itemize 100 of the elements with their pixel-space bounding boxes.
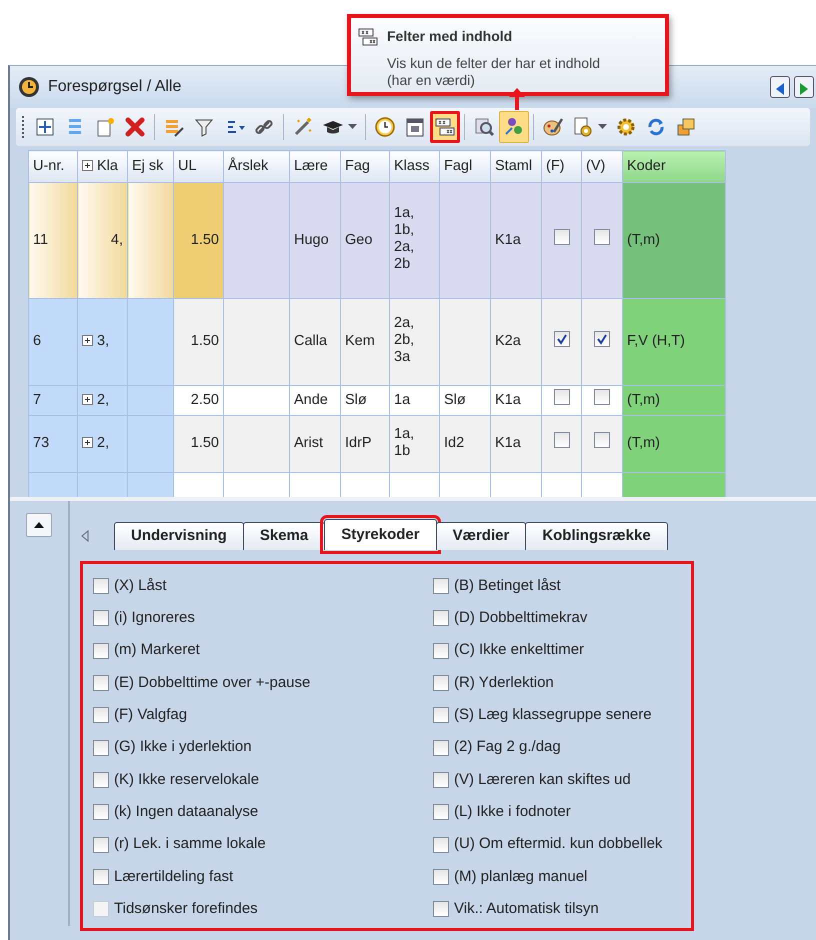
column-header[interactable]: U-nr. bbox=[28, 150, 78, 182]
checkbox[interactable] bbox=[554, 388, 570, 405]
column-header[interactable]: Kla bbox=[78, 150, 128, 182]
checkbox[interactable] bbox=[433, 578, 449, 594]
table-cell: 6 bbox=[33, 333, 42, 350]
checkbox[interactable] bbox=[433, 740, 449, 756]
fields-icon bbox=[357, 26, 379, 48]
column-header[interactable]: Årslek bbox=[224, 150, 290, 182]
column-label: Lære bbox=[294, 158, 328, 174]
caret-icon[interactable] bbox=[598, 124, 607, 130]
tab[interactable]: Undervisning bbox=[114, 522, 244, 550]
checkbox[interactable] bbox=[93, 610, 109, 626]
expand-icon[interactable] bbox=[82, 437, 93, 448]
checkbox[interactable] bbox=[433, 707, 449, 724]
checkbox-label: (E) Dobbelttime over +-pause bbox=[114, 672, 310, 693]
previous-button[interactable] bbox=[770, 76, 790, 98]
checkbox[interactable] bbox=[433, 772, 449, 788]
search-icon bbox=[473, 116, 495, 138]
checkbox[interactable] bbox=[93, 675, 109, 692]
table-cell: Ande bbox=[294, 392, 328, 409]
checkbox-label: Lærertildeling fast bbox=[114, 866, 234, 887]
table-cell: F,V (H,T) bbox=[627, 333, 685, 350]
checkbox[interactable] bbox=[433, 901, 449, 918]
column-header[interactable]: Ej sk bbox=[128, 150, 174, 182]
checkbox-label: (m) Markeret bbox=[114, 640, 200, 660]
checkbox-label: (X) Låst bbox=[114, 576, 167, 596]
table-cell: K1a bbox=[495, 435, 521, 452]
table-cell: 1.50 bbox=[190, 232, 219, 249]
table-cell: Slø bbox=[345, 392, 367, 409]
checkbox-label: (U) Om eftermid. kun dobbellek bbox=[454, 834, 662, 854]
table-cell: (T,m) bbox=[627, 232, 660, 249]
checkbox[interactable] bbox=[594, 388, 610, 405]
table-cell: K1a bbox=[495, 392, 521, 409]
column-label: Ej sk bbox=[132, 158, 164, 174]
column-header[interactable]: UL bbox=[174, 150, 224, 182]
next-button[interactable] bbox=[794, 76, 814, 98]
toolbar-button[interactable] bbox=[430, 111, 460, 143]
expand-icon[interactable] bbox=[82, 394, 93, 405]
checkbox[interactable] bbox=[433, 675, 449, 692]
expand-icon[interactable] bbox=[82, 160, 93, 171]
column-header[interactable]: Fag bbox=[340, 150, 390, 182]
checkbox-label: (K) Ikke reservelokale bbox=[114, 770, 260, 790]
table-cell: 1a bbox=[394, 392, 410, 409]
table-cell: 2, bbox=[97, 435, 110, 452]
tab[interactable]: Koblingsrække bbox=[525, 522, 668, 550]
tab[interactable]: Værdier bbox=[436, 522, 526, 550]
checkbox-label: (r) Lek. i samme lokale bbox=[114, 834, 266, 854]
checkbox[interactable] bbox=[93, 868, 109, 885]
clock-icon bbox=[18, 76, 40, 98]
checkbox[interactable] bbox=[554, 228, 570, 245]
wand-icon bbox=[292, 116, 314, 138]
collapse-button[interactable] bbox=[26, 513, 52, 537]
checkbox[interactable] bbox=[93, 707, 109, 724]
column-label: U-nr. bbox=[33, 158, 64, 174]
checkbox[interactable] bbox=[93, 804, 109, 820]
scroll-left-icon[interactable] bbox=[80, 530, 90, 542]
checkbox[interactable] bbox=[554, 331, 570, 348]
table-cell: 1a, 1b, 2a, 2b bbox=[394, 205, 414, 274]
checkbox[interactable] bbox=[93, 772, 109, 788]
page-gear-icon bbox=[572, 116, 594, 138]
checkbox[interactable] bbox=[93, 578, 109, 594]
right-arrow-icon bbox=[799, 82, 809, 95]
column-header[interactable]: (F) bbox=[542, 150, 582, 182]
checkbox[interactable] bbox=[433, 868, 449, 885]
table-cell: Kem bbox=[345, 333, 375, 350]
column-header[interactable]: Staml bbox=[490, 150, 542, 182]
checkbox-label: (B) Betinget låst bbox=[454, 576, 561, 596]
checkbox-label: Vik.: Automatisk tilsyn bbox=[454, 898, 599, 919]
column-label: (V) bbox=[586, 158, 606, 174]
table-cell: K2a bbox=[495, 333, 521, 350]
checkbox[interactable] bbox=[433, 836, 449, 853]
checkbox[interactable] bbox=[594, 432, 610, 448]
tooltip-text: Vis kun de felter der har et indhold bbox=[387, 55, 600, 72]
expand-icon[interactable] bbox=[82, 335, 93, 346]
column-header[interactable]: (V) bbox=[582, 150, 622, 182]
table-cell: 2.50 bbox=[190, 392, 219, 409]
caret-icon[interactable] bbox=[348, 124, 357, 130]
column-header[interactable]: Koder bbox=[622, 150, 726, 182]
checkbox[interactable] bbox=[93, 836, 109, 853]
column-label: Koder bbox=[627, 158, 666, 174]
checkbox[interactable] bbox=[93, 642, 109, 659]
checkbox[interactable] bbox=[433, 804, 449, 820]
calendar-icon bbox=[404, 116, 426, 138]
table-cell: (T,m) bbox=[627, 435, 660, 452]
left-arrow-icon bbox=[775, 82, 785, 95]
checkbox[interactable] bbox=[433, 642, 449, 659]
tab[interactable]: Skema bbox=[242, 522, 326, 550]
checkbox[interactable] bbox=[594, 331, 610, 348]
up-arrow-icon bbox=[34, 522, 44, 528]
tooltip-title: Felter med indhold bbox=[387, 27, 514, 46]
column-header[interactable]: Lære bbox=[290, 150, 340, 182]
checkbox[interactable] bbox=[554, 432, 570, 448]
checkbox[interactable] bbox=[594, 228, 610, 245]
column-header[interactable]: Klass bbox=[390, 150, 440, 182]
table-cell: 73 bbox=[33, 435, 50, 452]
column-label: UL bbox=[178, 158, 197, 174]
checkbox[interactable] bbox=[433, 610, 449, 626]
checkbox-label: (C) Ikke enkelttimer bbox=[454, 640, 584, 660]
checkbox[interactable] bbox=[93, 740, 109, 756]
column-header[interactable]: Fagl bbox=[440, 150, 490, 182]
